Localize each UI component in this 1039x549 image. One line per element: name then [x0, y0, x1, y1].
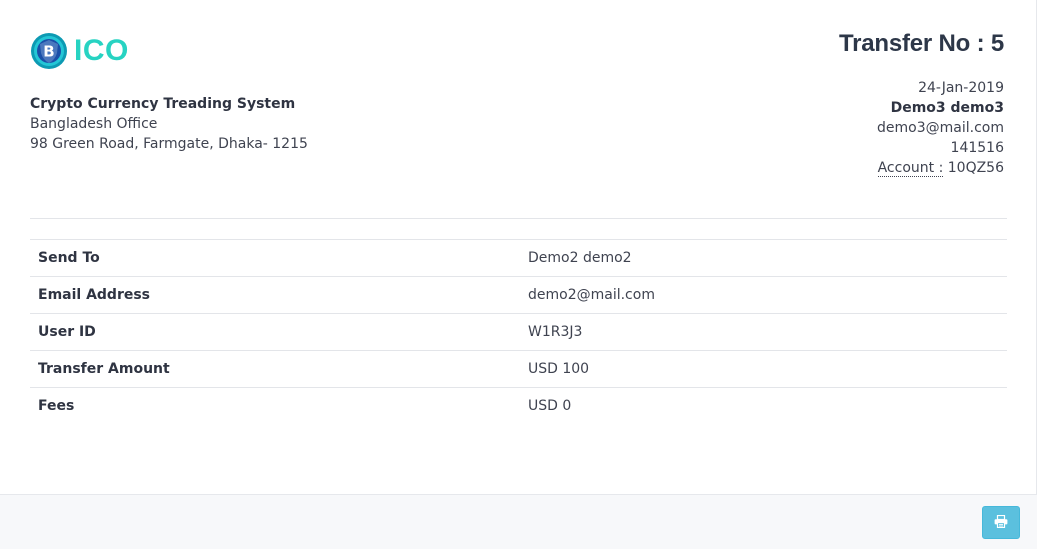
sender-name: Demo3 demo3 — [890, 100, 1004, 116]
sender-info: 24-Jan-2019 Demo3 demo3 demo3@mail.com 1… — [877, 78, 1004, 178]
company-info: Crypto Currency Treading System Banglade… — [30, 94, 308, 154]
divider — [30, 218, 1007, 219]
transfer-date: 24-Jan-2019 — [918, 80, 1004, 96]
sender-id: 141516 — [950, 140, 1004, 156]
row-label: Send To — [30, 239, 520, 277]
row-value: W1R3J3 — [520, 313, 1007, 351]
table-row: Send To Demo2 demo2 — [30, 239, 1007, 277]
card-footer — [0, 494, 1037, 549]
table-row: User ID W1R3J3 — [30, 313, 1007, 351]
company-office: Bangladesh Office — [30, 116, 158, 132]
row-value: USD 100 — [520, 350, 1007, 388]
logo-text: ICO — [74, 34, 129, 67]
row-label: User ID — [30, 313, 520, 351]
invoice-card: B ICO Crypto Currency Treading System Ba… — [0, 0, 1037, 549]
row-value: Demo2 demo2 — [520, 239, 1007, 277]
transfer-details-table: Send To Demo2 demo2 Email Address demo2@… — [30, 239, 1007, 425]
printer-icon — [994, 513, 1008, 532]
sender-email: demo3@mail.com — [877, 120, 1004, 136]
table-row: Fees USD 0 — [30, 387, 1007, 425]
bitcoin-shield-icon: B — [30, 32, 68, 70]
print-button[interactable] — [982, 506, 1020, 539]
row-value: demo2@mail.com — [520, 276, 1007, 314]
transfer-title: Transfer No : 5 — [838, 30, 1004, 57]
row-label: Fees — [30, 387, 520, 425]
svg-text:B: B — [43, 43, 54, 61]
row-value: USD 0 — [520, 387, 1007, 425]
account-label: Account : — [877, 160, 944, 177]
account-value: 10QZ56 — [947, 160, 1004, 176]
row-label: Email Address — [30, 276, 520, 314]
row-label: Transfer Amount — [30, 350, 520, 388]
company-name: Crypto Currency Treading System — [30, 96, 296, 112]
brand-logo: B ICO — [30, 31, 129, 71]
sender-account: Account : 10QZ56 — [877, 158, 1004, 178]
company-address: 98 Green Road, Farmgate, Dhaka- 1215 — [30, 136, 308, 152]
table-row: Transfer Amount USD 100 — [30, 350, 1007, 388]
table-row: Email Address demo2@mail.com — [30, 276, 1007, 314]
